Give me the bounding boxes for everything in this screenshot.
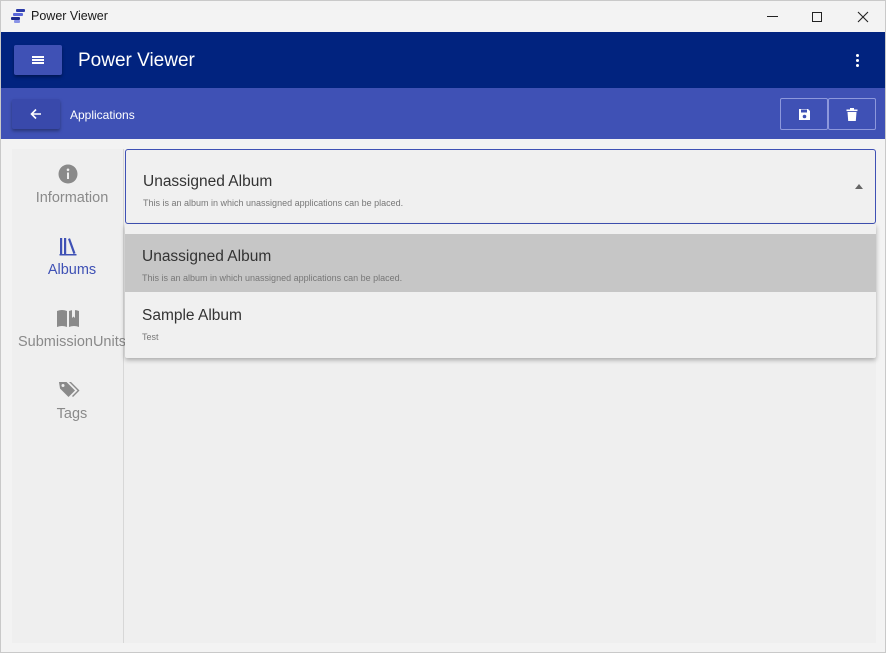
hamburger-menu-button[interactable] [14,45,62,75]
nav-item-tags[interactable]: Tags [12,380,124,440]
app-window: Power Viewer Power Viewer Applications I… [0,0,886,653]
title-bar: Power Viewer [1,1,885,32]
hamburger-icon [32,56,44,64]
album-select[interactable]: Unassigned Album This is an album in whi… [125,149,876,224]
nav-item-submission-units[interactable]: SubmissionUnits [12,308,126,368]
save-icon [798,108,810,120]
album-option-name: Unassigned Album [142,248,272,265]
nav-item-label: SubmissionUnits [18,334,126,350]
album-option-description: This is an album in which unassigned app… [142,273,403,283]
album-option-name: Sample Album [142,307,242,324]
minimize-icon [766,16,778,17]
album-option-sample[interactable]: Sample Album Test [125,293,876,351]
album-option-description: Test [142,332,159,342]
open-book-icon [57,310,79,327]
app-logo-icon [11,9,25,23]
app-header: Power Viewer [1,32,885,88]
main-content: Information Albums SubmissionUnits Tags … [12,149,876,643]
nav-item-albums[interactable]: Albums [12,236,124,296]
minimize-button[interactable] [749,1,795,32]
save-button[interactable] [780,98,828,130]
nav-item-label: Albums [47,262,97,278]
selected-album-description: This is an album in which unassigned app… [143,198,404,208]
album-dropdown-list: Unassigned Album This is an album in whi… [125,224,876,358]
library-icon [59,238,77,256]
window-title: Power Viewer [31,9,108,23]
close-icon [857,11,869,22]
selected-album-name: Unassigned Album [143,173,273,190]
tags-icon [59,382,80,397]
close-button[interactable] [840,1,885,32]
album-option-unassigned[interactable]: Unassigned Album This is an album in whi… [125,234,876,292]
more-options-icon[interactable] [851,51,863,69]
section-nav: Information Albums SubmissionUnits Tags [12,149,126,643]
caret-up-icon [855,184,863,189]
page-title: Applications [70,108,135,122]
trash-icon [846,107,858,121]
nav-item-label: Information [35,190,109,206]
nav-item-label: Tags [56,406,88,422]
maximize-button[interactable] [794,1,840,32]
maximize-icon [812,11,822,22]
back-button[interactable] [12,99,60,129]
info-circle-icon [58,164,78,184]
arrow-left-icon [30,108,41,120]
nav-item-information[interactable]: Information [12,164,124,224]
app-title: Power Viewer [78,50,195,71]
page-toolbar: Applications [1,88,885,139]
delete-button[interactable] [828,98,876,130]
